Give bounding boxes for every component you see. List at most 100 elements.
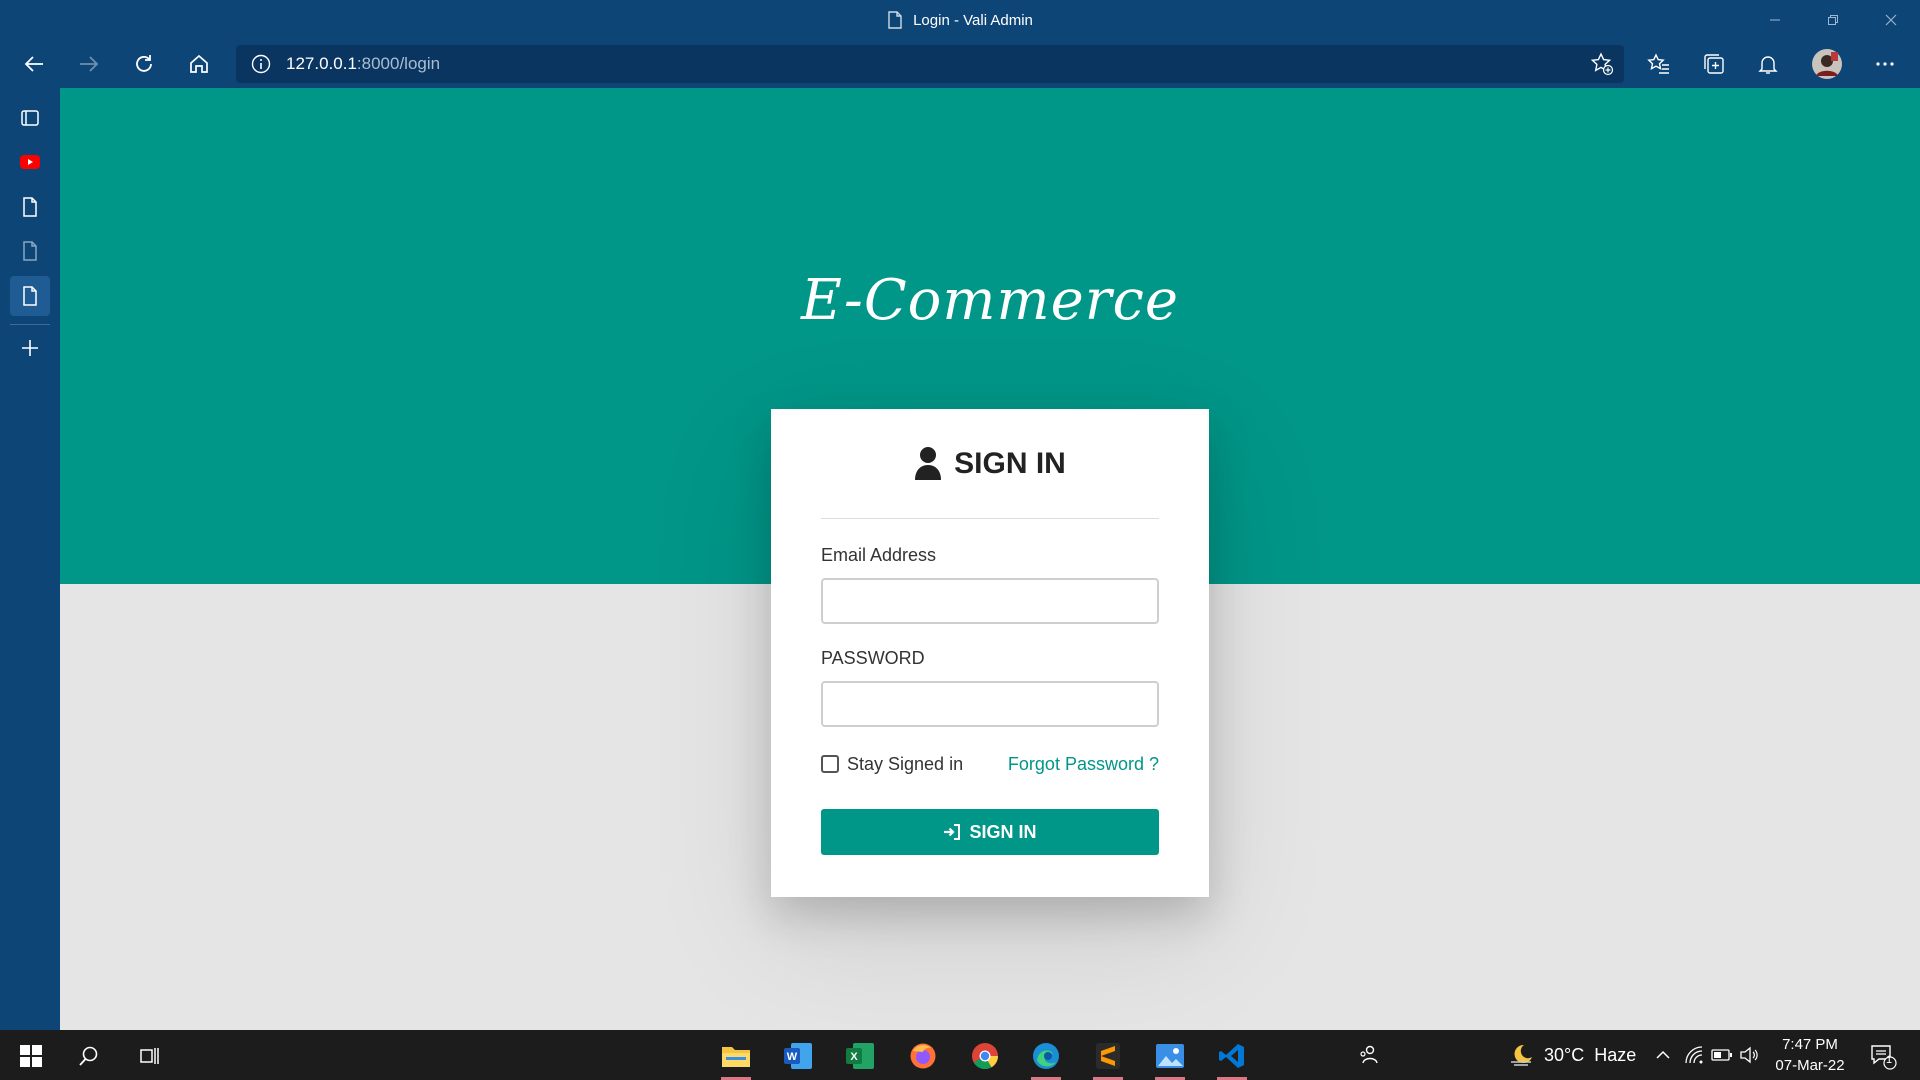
folder-icon bbox=[722, 1047, 750, 1067]
taskbar-app-firefox[interactable] bbox=[898, 1035, 948, 1077]
favorites-button[interactable] bbox=[1641, 46, 1677, 82]
firefox-icon bbox=[910, 1043, 936, 1069]
email-field[interactable] bbox=[821, 578, 1159, 624]
login-heading: SIGN IN bbox=[821, 409, 1159, 519]
bell-icon bbox=[1758, 56, 1778, 74]
page-icon bbox=[23, 197, 37, 217]
new-tab-button[interactable] bbox=[10, 328, 50, 368]
browser-toolbar: 127.0.0.1:8000/login bbox=[0, 40, 1920, 88]
window-controls bbox=[1746, 0, 1920, 40]
login-heading-text: SIGN IN bbox=[954, 446, 1066, 480]
windows-logo-icon bbox=[20, 1045, 42, 1067]
stay-signed-in-checkbox[interactable] bbox=[821, 755, 839, 773]
taskbar-app-word[interactable]: W bbox=[773, 1035, 823, 1077]
sidebar-tab-active-page[interactable] bbox=[10, 276, 50, 316]
search-icon bbox=[79, 1046, 98, 1066]
windows-taskbar: W X 30°C Haze 7:47 PM 07-Mar-22 1 bbox=[0, 1030, 1920, 1080]
excel-icon: X bbox=[846, 1043, 874, 1069]
show-hidden-icons-chevron-up-icon[interactable] bbox=[1651, 1043, 1675, 1067]
sidebar-tab-page-1[interactable] bbox=[10, 187, 50, 227]
chrome-icon bbox=[972, 1043, 999, 1070]
vertical-tabs-sidebar bbox=[0, 88, 60, 1030]
back-arrow-icon bbox=[24, 56, 43, 72]
sidebar-tab-youtube[interactable] bbox=[10, 142, 50, 182]
notification-count: 1 bbox=[1886, 1054, 1893, 1066]
forgot-password-link[interactable]: Forgot Password ? bbox=[1008, 754, 1159, 775]
favorites-star-icon bbox=[1647, 53, 1669, 74]
sign-in-button[interactable]: SIGN IN bbox=[821, 809, 1159, 855]
taskbar-app-vscode[interactable] bbox=[1207, 1035, 1257, 1080]
svg-text:W: W bbox=[787, 1051, 798, 1063]
login-options-row: Stay Signed in Forgot Password ? bbox=[821, 753, 1159, 775]
tab-panel-icon bbox=[21, 110, 39, 126]
volume-icon[interactable] bbox=[1737, 1043, 1761, 1067]
address-bar[interactable]: 127.0.0.1:8000/login bbox=[236, 45, 1624, 83]
edge-icon bbox=[1033, 1043, 1059, 1069]
weather-widget[interactable]: 30°C Haze bbox=[1508, 1030, 1636, 1080]
site-logo: E-Commerce bbox=[800, 268, 1180, 333]
taskbar-app-sublime-text[interactable] bbox=[1083, 1035, 1133, 1080]
taskbar-app-excel[interactable]: X bbox=[835, 1035, 885, 1077]
sign-in-arrow-icon bbox=[943, 823, 961, 841]
taskbar-app-edge[interactable] bbox=[1021, 1035, 1071, 1080]
sidebar-divider bbox=[10, 324, 50, 325]
action-center-button[interactable]: 1 bbox=[1868, 1041, 1898, 1071]
refresh-icon bbox=[136, 55, 152, 72]
task-view-icon bbox=[140, 1048, 159, 1064]
collections-button[interactable] bbox=[1696, 46, 1732, 82]
profile-avatar[interactable] bbox=[1809, 46, 1845, 82]
vscode-icon bbox=[1219, 1044, 1244, 1068]
people-icon[interactable] bbox=[1357, 1043, 1381, 1067]
notification-icon bbox=[1871, 1045, 1897, 1070]
youtube-icon bbox=[20, 155, 40, 169]
page-icon bbox=[23, 286, 37, 306]
word-icon: W bbox=[784, 1043, 812, 1069]
browser-titlebar: Login - Vali Admin bbox=[0, 0, 1920, 40]
plus-icon bbox=[22, 340, 38, 356]
password-label: PASSWORD bbox=[821, 648, 925, 668]
sign-in-button-label: SIGN IN bbox=[969, 821, 1037, 842]
forward-button[interactable] bbox=[71, 46, 107, 82]
page-icon bbox=[23, 241, 37, 261]
add-favorite-icon[interactable] bbox=[1590, 52, 1614, 76]
taskbar-app-file-explorer[interactable] bbox=[711, 1035, 761, 1080]
refresh-button[interactable] bbox=[126, 46, 162, 82]
more-dots-icon bbox=[1876, 62, 1894, 66]
sidebar-tab-page-2[interactable] bbox=[10, 231, 50, 271]
sublime-text-icon bbox=[1096, 1043, 1120, 1069]
notifications-button[interactable] bbox=[1750, 46, 1786, 82]
back-button[interactable] bbox=[16, 46, 52, 82]
tab-actions-menu[interactable] bbox=[10, 98, 50, 138]
tab-title-text: Login - Vali Admin bbox=[913, 11, 1033, 29]
avatar-icon bbox=[1812, 49, 1842, 79]
moon-haze-icon bbox=[1508, 1042, 1534, 1068]
clock-date: 07-Mar-22 bbox=[1775, 1057, 1845, 1074]
wifi-icon[interactable] bbox=[1682, 1043, 1706, 1067]
taskbar-app-photos[interactable] bbox=[1145, 1035, 1195, 1080]
forward-arrow-icon bbox=[80, 56, 99, 72]
user-icon bbox=[914, 446, 942, 482]
collections-icon bbox=[1704, 54, 1724, 74]
restore-button[interactable] bbox=[1804, 0, 1862, 40]
clock-time: 7:47 PM bbox=[1782, 1036, 1838, 1053]
settings-more-button[interactable] bbox=[1867, 46, 1903, 82]
battery-icon[interactable] bbox=[1710, 1043, 1734, 1067]
weather-temp: 30°C bbox=[1544, 1044, 1585, 1065]
search-button[interactable] bbox=[64, 1035, 114, 1077]
page-icon bbox=[887, 11, 903, 29]
system-clock[interactable]: 7:47 PM 07-Mar-22 bbox=[1768, 1034, 1852, 1076]
taskbar-app-chrome[interactable] bbox=[960, 1035, 1010, 1077]
stay-signed-in[interactable]: Stay Signed in bbox=[821, 754, 963, 775]
minimize-button[interactable] bbox=[1746, 0, 1804, 40]
photos-icon bbox=[1156, 1044, 1184, 1068]
task-view-button[interactable] bbox=[124, 1035, 174, 1077]
site-info-icon[interactable] bbox=[236, 54, 286, 74]
url-host: 127.0.0.1 bbox=[286, 54, 357, 73]
page-viewport: E-Commerce SIGN IN Email Address PASSWOR… bbox=[60, 88, 1920, 1030]
tab-title: Login - Vali Admin bbox=[0, 0, 1920, 40]
svg-text:X: X bbox=[850, 1051, 858, 1063]
close-button[interactable] bbox=[1862, 0, 1920, 40]
home-button[interactable] bbox=[181, 46, 217, 82]
start-button[interactable] bbox=[6, 1035, 56, 1077]
password-field[interactable] bbox=[821, 681, 1159, 727]
